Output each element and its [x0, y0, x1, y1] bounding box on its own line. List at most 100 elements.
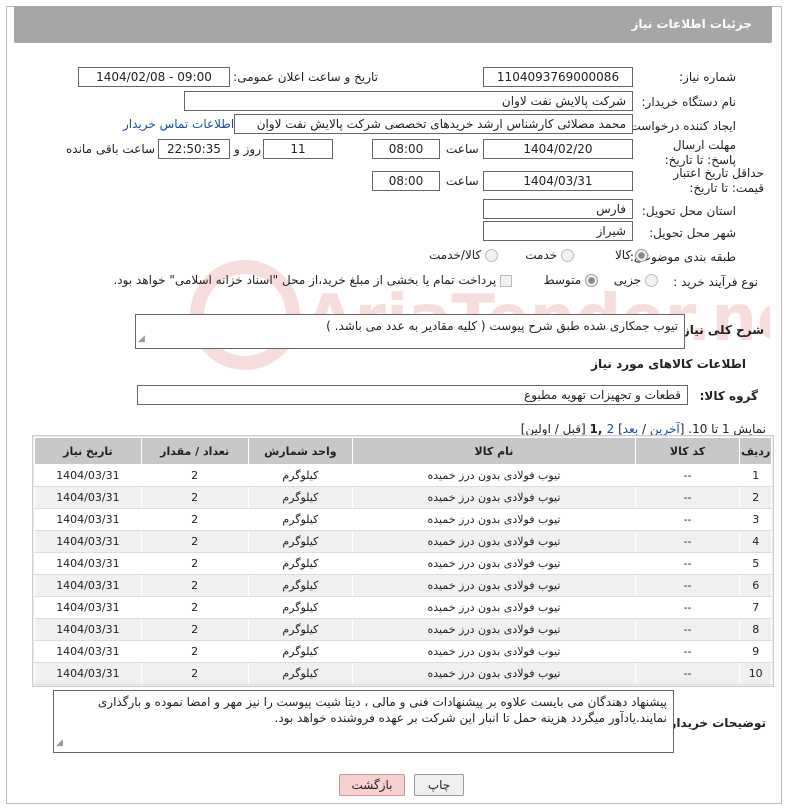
- page-title: جزئیات اطلاعات نیاز: [631, 17, 752, 31]
- table-row: 8 -- تیوب فولادی بدون درز خمیده کیلوگرم 2 140…: [34, 618, 772, 641]
- table-cell: کیلوگرم: [247, 486, 354, 509]
- table-cell: 2: [140, 530, 249, 553]
- validity-time-label: ساعت: [446, 174, 479, 188]
- category-radio-goods[interactable]: کالا: [615, 248, 648, 262]
- table-cell: تیوب فولادی بدون درز خمیده: [352, 662, 636, 685]
- table-cell: 1404/03/31: [34, 596, 142, 619]
- table-cell: تیوب فولادی بدون درز خمیده: [352, 596, 636, 619]
- table-cell: --: [634, 552, 741, 575]
- days-field: 11: [263, 139, 333, 159]
- category-radio-service[interactable]: خدمت: [525, 248, 574, 262]
- contact-info-link[interactable]: اطلاعات تماس خریدار: [123, 117, 234, 131]
- column-header: نام کالا: [352, 437, 636, 465]
- need-number-field: 1104093769000086: [483, 67, 633, 87]
- pager-next-link[interactable]: بعد: [623, 422, 638, 436]
- pager-current-page: ,1: [589, 422, 607, 436]
- need-number-label: شماره نیاز:: [679, 70, 736, 84]
- radio-icon[interactable]: [645, 274, 658, 287]
- print-button[interactable]: چاپ: [414, 774, 464, 796]
- category-radio-goods-service[interactable]: کالا/خدمت: [429, 248, 498, 262]
- buyer-notes-textarea[interactable]: پیشنهاد دهندگان می بایست علاوه بر پیشنها…: [53, 690, 674, 753]
- table-cell: 9: [739, 640, 772, 663]
- table-cell: کیلوگرم: [247, 640, 354, 663]
- pager: نمایش 1 تا 10. [آخرین / بعد] 2 ,1 [قبل /…: [520, 422, 766, 436]
- table-cell: کیلوگرم: [247, 508, 354, 531]
- resize-handle-icon[interactable]: ◢: [56, 735, 63, 751]
- creator-label: ایجاد کننده درخواست:: [625, 119, 736, 133]
- deadline-time-field: 08:00: [372, 139, 440, 159]
- table-cell: 2: [140, 618, 249, 641]
- table-cell: کیلوگرم: [247, 618, 354, 641]
- province-field: فارس: [483, 199, 633, 219]
- goods-group-label: گروه کالا:: [699, 389, 758, 403]
- goods-table: ردیف کد کالا نام کالا واحد شمارش تعداد /…: [34, 437, 772, 685]
- table-cell: کیلوگرم: [247, 552, 354, 575]
- buyer-field: شرکت پالایش نفت لاوان: [184, 91, 633, 111]
- city-label: شهر محل تحویل:: [649, 226, 736, 240]
- process-radio-minor[interactable]: جزیی: [614, 273, 658, 287]
- table-cell: 4: [739, 530, 772, 553]
- validity-label: حداقل تاریخ اعتبار قیمت: تا تاریخ:: [673, 166, 764, 195]
- table-row: 2 -- تیوب فولادی بدون درز خمیده کیلوگرم 2 140…: [34, 486, 772, 509]
- table-row: 9 -- تیوب فولادی بدون درز خمیده کیلوگرم 2 140…: [34, 640, 772, 663]
- column-header: کد کالا: [634, 437, 741, 465]
- description-textarea[interactable]: تیوب جمکاری شده طبق شرح پیوست ( کلیه مقا…: [135, 314, 685, 349]
- table-cell: کیلوگرم: [247, 464, 354, 487]
- checkbox-icon[interactable]: [500, 274, 512, 287]
- table-cell: 1404/03/31: [34, 552, 142, 575]
- radio-selected-icon[interactable]: [585, 274, 598, 287]
- column-header: ردیف: [739, 437, 772, 465]
- table-cell: 2: [140, 486, 249, 509]
- pager-last-link[interactable]: آخرین: [650, 422, 680, 436]
- city-field: شیراز: [483, 221, 633, 241]
- table-cell: --: [634, 662, 741, 685]
- column-header: واحد شمارش: [247, 437, 354, 465]
- column-header: تعداد / مقدار: [140, 437, 249, 465]
- table-cell: 7: [739, 596, 772, 619]
- table-cell: --: [634, 618, 741, 641]
- resize-handle-icon[interactable]: ◢: [138, 331, 145, 347]
- table-cell: --: [634, 530, 741, 553]
- page-header: جزئیات اطلاعات نیاز: [14, 6, 772, 43]
- validity-time-field: 08:00: [372, 171, 440, 191]
- announce-field: 1404/02/08 - 09:00: [78, 67, 230, 87]
- process-label: نوع فرآیند خرید :: [673, 275, 758, 289]
- table-cell: تیوب فولادی بدون درز خمیده: [352, 530, 636, 553]
- table-cell: 1404/03/31: [34, 464, 142, 487]
- column-header: تاریخ نیاز: [34, 437, 142, 465]
- table-cell: 1404/03/31: [34, 508, 142, 531]
- radio-icon[interactable]: [485, 249, 498, 262]
- table-row: 7 -- تیوب فولادی بدون درز خمیده کیلوگرم 2 140…: [34, 596, 772, 619]
- table-cell: 10: [739, 662, 772, 685]
- buyer-label: نام دستگاه خریدار:: [641, 95, 737, 109]
- table-cell: 5: [739, 552, 772, 575]
- table-row: 6 -- تیوب فولادی بدون درز خمیده کیلوگرم 2 140…: [34, 574, 772, 597]
- deadline-time-label: ساعت: [446, 142, 479, 156]
- table-cell: --: [634, 574, 741, 597]
- process-radio-medium[interactable]: متوسط: [543, 273, 598, 287]
- radio-selected-icon[interactable]: [635, 249, 648, 262]
- table-cell: --: [634, 464, 741, 487]
- table-cell: 1404/03/31: [34, 662, 142, 685]
- table-cell: --: [634, 596, 741, 619]
- days-label: روز و: [234, 142, 261, 156]
- table-cell: 1404/03/31: [34, 486, 142, 509]
- table-cell: --: [634, 508, 741, 531]
- table-cell: تیوب فولادی بدون درز خمیده: [352, 508, 636, 531]
- table-cell: 3: [739, 508, 772, 531]
- table-cell: 2: [739, 486, 772, 509]
- table-cell: 1404/03/31: [34, 640, 142, 663]
- table-cell: --: [634, 640, 741, 663]
- table-cell: 2: [140, 464, 249, 487]
- table-cell: 1404/03/31: [34, 574, 142, 597]
- goods-section-title: اطلاعات کالاهای مورد نیاز: [591, 357, 746, 371]
- table-cell: --: [634, 486, 741, 509]
- validity-date-field: 1404/03/31: [483, 171, 633, 191]
- table-row: 3 -- تیوب فولادی بدون درز خمیده کیلوگرم 2 140…: [34, 508, 772, 531]
- radio-icon[interactable]: [561, 249, 574, 262]
- remaining-time-field: 22:50:35: [158, 139, 230, 159]
- table-cell: کیلوگرم: [247, 662, 354, 685]
- table-cell: 2: [140, 640, 249, 663]
- table-cell: تیوب فولادی بدون درز خمیده: [352, 640, 636, 663]
- back-button[interactable]: بازگشت: [339, 774, 405, 796]
